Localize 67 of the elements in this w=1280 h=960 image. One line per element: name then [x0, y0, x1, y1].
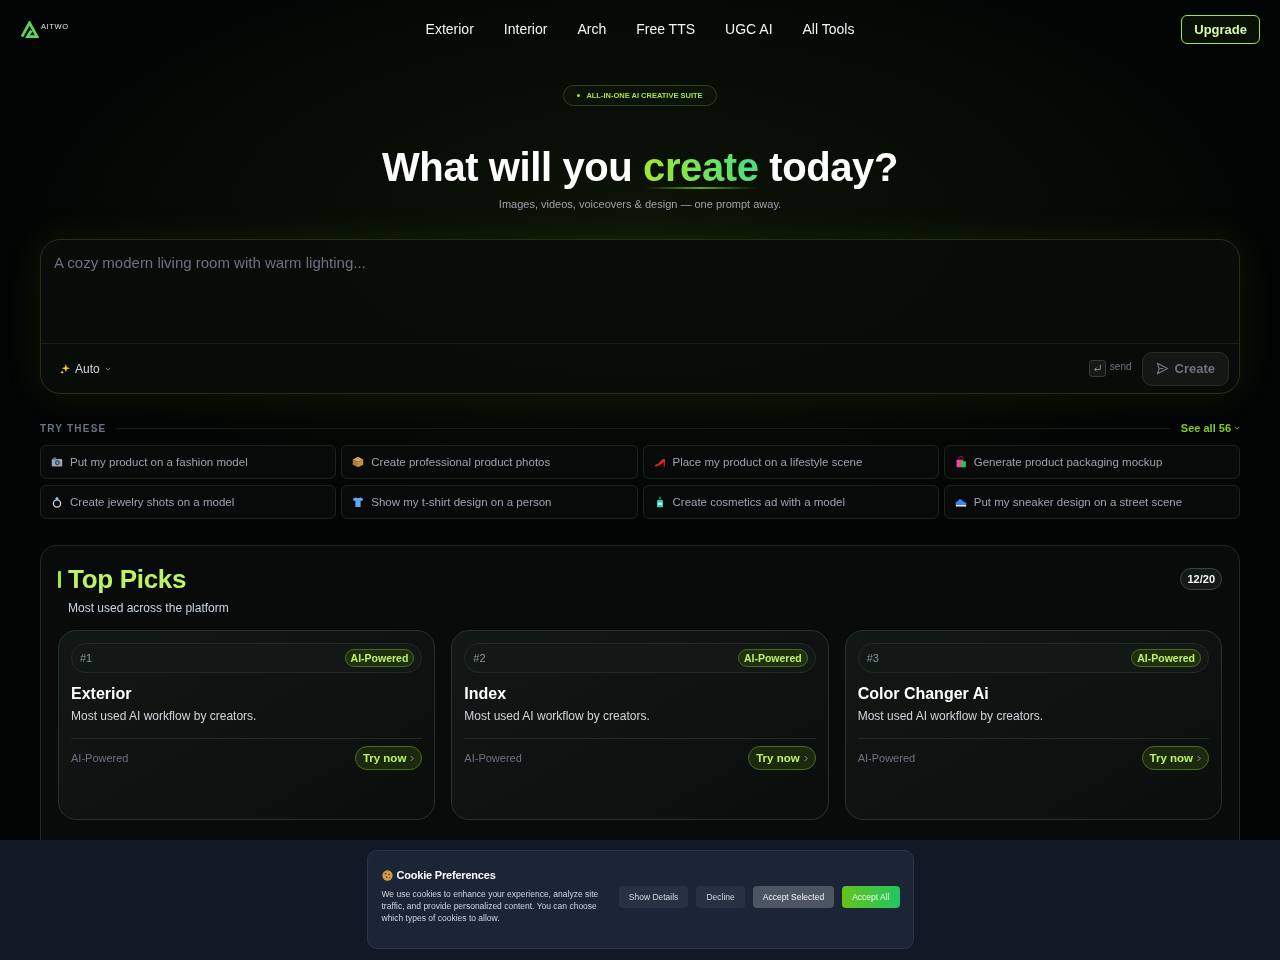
nav-link[interactable]: Exterior: [425, 20, 474, 38]
suggestion-chip[interactable]: Generate product packaging mockup: [943, 445, 1240, 479]
caret-icon: [1234, 426, 1240, 430]
section-title: Top Picks: [68, 563, 187, 595]
count-badge: 12/20: [1180, 568, 1222, 590]
ai-badge: AI-Powered: [344, 649, 415, 667]
sparkle-icon: [60, 363, 70, 374]
suggestion-chip[interactable]: Create jewelry shots on a model: [40, 485, 337, 519]
suggestion-chip[interactable]: Create cosmetics ad with a model: [642, 485, 939, 519]
card-description: Most used AI workflow by creators.: [857, 709, 1044, 724]
nav-link[interactable]: Arch: [577, 20, 607, 38]
nav-link[interactable]: Interior: [503, 20, 548, 38]
try-now-button[interactable]: Try now: [354, 746, 423, 770]
cookie-title: Cookie Preferences: [396, 869, 496, 881]
nav-link[interactable]: All Tools: [802, 20, 855, 38]
cookie-button[interactable]: Decline: [696, 885, 745, 908]
chevron-icon: [803, 754, 808, 762]
nav-link[interactable]: Free TTS: [636, 20, 696, 38]
caret-icon: [104, 366, 111, 371]
section-subtitle: Most used across the platform: [68, 601, 229, 616]
card-tag: AI-Powered: [857, 752, 916, 764]
rank-label: #1: [80, 652, 93, 664]
subtitle: Images, videos, voiceovers & design — one prompt away.: [498, 197, 782, 211]
mode-dropdown[interactable]: Auto: [58, 359, 113, 378]
nav-link[interactable]: UGC AI: [725, 20, 773, 38]
high-heel-icon: [653, 456, 666, 468]
cookie-button[interactable]: Accept Selected: [752, 885, 835, 908]
shopping-bag-icon: [954, 456, 967, 468]
box-icon: [352, 456, 365, 468]
cookie-text: We use cookies to enhance your experience, analyze site traffic, and provide personalized content. You can choose which types of cookies to allow.: [381, 888, 600, 924]
suggestion-chip[interactable]: Show my t-shirt design on a person: [341, 485, 638, 519]
send-hint: send: [1109, 361, 1132, 372]
enter-key-icon: [1088, 360, 1106, 377]
ai-badge: AI-Powered: [1131, 649, 1201, 667]
accent-bar: [58, 570, 61, 588]
card-description: Most used AI workflow by creators.: [71, 709, 257, 724]
see-all-link[interactable]: See all 56: [1180, 422, 1240, 434]
suggestion-chip[interactable]: Place my product on a lifestyle scene: [642, 445, 939, 479]
send-icon: [1155, 362, 1169, 375]
card-tag: AI-Powered: [464, 752, 522, 764]
chevron-icon: [1197, 754, 1201, 762]
card-title: Color Changer Ai: [857, 684, 989, 703]
suggestion-chip[interactable]: Put my product on a fashion model: [40, 445, 337, 479]
dot-icon: [577, 94, 581, 97]
section-label: TRY THESE: [40, 422, 107, 434]
try-now-button[interactable]: Try now: [748, 746, 816, 770]
cookie-button[interactable]: Show Details: [618, 885, 689, 908]
rank-label: #2: [473, 652, 486, 664]
upgrade-button[interactable]: Upgrade: [1181, 14, 1260, 44]
logo-icon[interactable]: [20, 20, 39, 38]
cookie-icon: [381, 869, 393, 881]
try-now-button[interactable]: Try now: [1141, 746, 1209, 770]
suggestion-chip[interactable]: Put my sneaker design on a street scene: [943, 485, 1240, 519]
camera-icon: [51, 456, 63, 468]
suggestion-chip[interactable]: Create professional product photos: [341, 445, 638, 479]
card-description: Most used AI workflow by creators.: [464, 709, 650, 724]
t-shirt-icon: [352, 496, 365, 508]
chevron-icon: [410, 754, 415, 762]
rank-label: #3: [866, 652, 879, 664]
ring-icon: [51, 496, 63, 508]
ai-badge: AI-Powered: [737, 649, 808, 667]
card-title: Index: [464, 684, 507, 703]
prompt-input[interactable]: A cozy modern living room with warm lighting...: [41, 240, 1239, 343]
headline: What will you create today?: [382, 144, 898, 191]
sneaker-icon: [954, 496, 967, 508]
card-tag: AI-Powered: [71, 752, 129, 764]
card-title: Exterior: [71, 684, 132, 703]
